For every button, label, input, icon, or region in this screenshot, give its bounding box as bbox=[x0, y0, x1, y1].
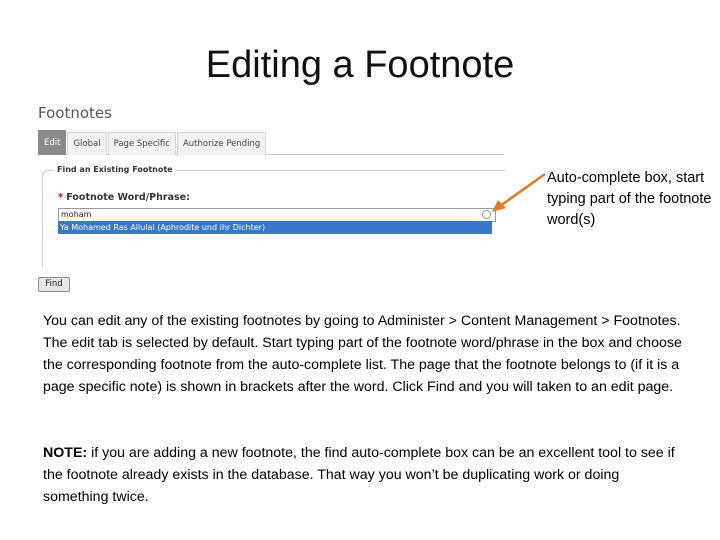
tab-page-specific[interactable]: Page Specific bbox=[107, 132, 176, 155]
find-button[interactable]: Find bbox=[38, 277, 70, 292]
field-label-text: Footnote Word/Phrase: bbox=[66, 192, 190, 203]
panel-title: Footnotes bbox=[38, 104, 112, 122]
callout-arrow-icon bbox=[492, 172, 546, 212]
note-label: NOTE: bbox=[43, 445, 88, 461]
footnote-search-input[interactable]: moham bbox=[58, 208, 496, 222]
tab-authorize-pending[interactable]: Authorize Pending bbox=[176, 132, 267, 155]
note-text: if you are adding a new footnote, the fi… bbox=[43, 445, 675, 505]
tab-edit[interactable]: Edit bbox=[38, 130, 67, 155]
note-paragraph: NOTE: if you are adding a new footnote, … bbox=[43, 442, 683, 508]
body-text: You can edit any of the existing footnot… bbox=[43, 313, 682, 395]
slide-title: Editing a Footnote bbox=[205, 44, 515, 86]
fieldset-legend: Find an Existing Footnote bbox=[54, 165, 176, 174]
autocomplete-suggestion[interactable]: Ya Mohamed Ras Allulal (Aphrodite und ih… bbox=[58, 221, 492, 234]
tab-global[interactable]: Global bbox=[67, 132, 107, 155]
callout-text: Auto-complete box, start typing part of … bbox=[547, 170, 712, 228]
footnote-word-label: * Footnote Word/Phrase: bbox=[58, 192, 190, 203]
required-marker: * bbox=[58, 192, 63, 203]
tab-bar: Edit Global Page Specific Authorize Pend… bbox=[38, 130, 504, 155]
